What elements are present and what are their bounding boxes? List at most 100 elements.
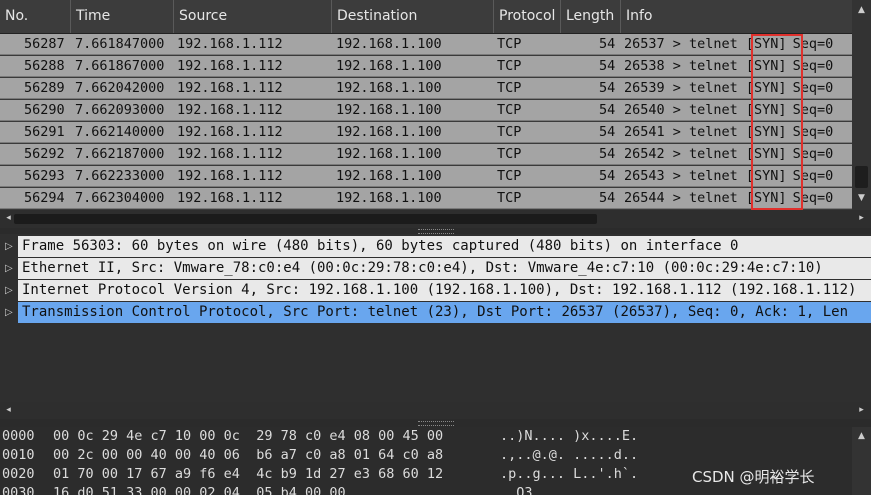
detail-row-frame[interactable]: Frame 56303: 60 bytes on wire (480 bits)… bbox=[18, 236, 871, 257]
cell-info: 26542 > telnet [SYN] Seq=0 bbox=[624, 144, 833, 165]
info-ports: 26544 > telnet bbox=[624, 190, 746, 206]
cell-no: 56294 bbox=[24, 190, 65, 206]
cell-length: 54 bbox=[599, 190, 616, 206]
bytes-hex[interactable]: 00 2c 00 00 40 00 40 06 b6 a7 c0 a8 01 6… bbox=[53, 446, 443, 465]
cell-info: 26544 > telnet [SYN] Seq=0 bbox=[624, 188, 833, 209]
cell-source: 192.168.1.112 bbox=[177, 124, 283, 140]
info-seq: Seq=0 bbox=[792, 124, 834, 140]
column-header-time[interactable]: Time bbox=[71, 0, 174, 33]
syn-flag: [SYN] bbox=[745, 58, 787, 74]
syn-flag: [SYN] bbox=[745, 190, 787, 206]
detail-row-tcp-selected[interactable]: Transmission Control Protocol, Src Port:… bbox=[18, 302, 871, 323]
info-seq: Seq=0 bbox=[792, 146, 834, 162]
bytes-ascii[interactable]: ..Q3.... bbox=[500, 484, 565, 495]
info-ports: 26540 > telnet bbox=[624, 102, 746, 118]
cell-destination: 192.168.1.100 bbox=[336, 168, 442, 184]
scroll-right-arrow-icon[interactable]: ▸ bbox=[855, 404, 868, 417]
cell-destination: 192.168.1.100 bbox=[336, 58, 442, 74]
scroll-up-arrow-icon[interactable]: ▲ bbox=[855, 4, 868, 17]
cell-source: 192.168.1.112 bbox=[177, 36, 283, 52]
scroll-down-arrow-icon[interactable]: ▼ bbox=[855, 192, 868, 205]
packet-list-hscroll-thumb[interactable] bbox=[14, 214, 597, 224]
packet-row[interactable]: 56289 7.662042000 192.168.1.112 192.168.1.1… bbox=[0, 78, 852, 99]
cell-time: 7.662187000 bbox=[75, 146, 165, 162]
expand-arrow-icon[interactable]: ▷ bbox=[5, 280, 15, 301]
cell-info: 26537 > telnet [SYN] Seq=0 bbox=[624, 34, 833, 55]
bytes-ascii[interactable]: .,..@.@. .....d.. bbox=[500, 446, 638, 465]
cell-destination: 192.168.1.100 bbox=[336, 124, 442, 140]
bytes-offset: 0020 bbox=[2, 466, 35, 482]
syn-flag: [SYN] bbox=[745, 102, 787, 118]
info-ports: 26541 > telnet bbox=[624, 124, 746, 140]
bytes-row: 0030 16 d0 51 33 00 00 02 04 05 b4 00 00… bbox=[0, 484, 565, 495]
bytes-vertical-scrollbar[interactable]: ▲ bbox=[852, 427, 871, 495]
bytes-hex[interactable]: 01 70 00 17 67 a9 f6 e4 4c b9 1d 27 e3 6… bbox=[53, 465, 443, 484]
cell-info: 26540 > telnet [SYN] Seq=0 bbox=[624, 100, 833, 121]
bytes-row: 0000 00 0c 29 4e c7 10 00 0c 29 78 c0 e4… bbox=[0, 427, 638, 446]
syn-flag: [SYN] bbox=[745, 80, 787, 96]
expand-arrow-icon[interactable]: ▷ bbox=[5, 258, 15, 279]
cell-protocol: TCP bbox=[497, 168, 522, 184]
cell-length: 54 bbox=[599, 36, 616, 52]
cell-destination: 192.168.1.100 bbox=[336, 102, 442, 118]
column-header-source[interactable]: Source bbox=[174, 0, 332, 33]
scroll-right-arrow-icon[interactable]: ▸ bbox=[855, 212, 868, 225]
expand-arrow-icon[interactable]: ▷ bbox=[5, 236, 15, 257]
cell-source: 192.168.1.112 bbox=[177, 80, 283, 96]
cell-time: 7.662042000 bbox=[75, 80, 165, 96]
cell-time: 7.662233000 bbox=[75, 168, 165, 184]
column-header-destination[interactable]: Destination bbox=[332, 0, 494, 33]
packet-row[interactable]: 56287 7.661847000 192.168.1.112 192.168.1.1… bbox=[0, 34, 852, 55]
cell-length: 54 bbox=[599, 168, 616, 184]
column-header-no[interactable]: No. bbox=[0, 0, 71, 33]
cell-protocol: TCP bbox=[497, 80, 522, 96]
packet-row[interactable]: 56294 7.662304000 192.168.1.112 192.168.1.1… bbox=[0, 188, 852, 209]
cell-no: 56292 bbox=[24, 146, 65, 162]
cell-protocol: TCP bbox=[497, 102, 522, 118]
packet-row[interactable]: 56291 7.662140000 192.168.1.112 192.168.1.1… bbox=[0, 122, 852, 143]
cell-length: 54 bbox=[599, 146, 616, 162]
cell-info: 26538 > telnet [SYN] Seq=0 bbox=[624, 56, 833, 77]
cell-source: 192.168.1.112 bbox=[177, 146, 283, 162]
column-header-info[interactable]: Info bbox=[621, 0, 852, 33]
info-ports: 26538 > telnet bbox=[624, 58, 746, 74]
packet-row[interactable]: 56292 7.662187000 192.168.1.112 192.168.1.1… bbox=[0, 144, 852, 165]
details-horizontal-scrollbar[interactable]: ◂ ▸ bbox=[0, 402, 871, 419]
bytes-ascii[interactable]: ..)N.... )x....E. bbox=[500, 427, 638, 446]
bytes-hex[interactable]: 16 d0 51 33 00 00 02 04 05 b4 00 00 bbox=[53, 484, 346, 495]
bytes-hex[interactable]: 00 0c 29 4e c7 10 00 0c 29 78 c0 e4 08 0… bbox=[53, 427, 443, 446]
cell-destination: 192.168.1.100 bbox=[336, 146, 442, 162]
bytes-offset: 0010 bbox=[2, 447, 35, 463]
packet-row[interactable]: 56293 7.662233000 192.168.1.112 192.168.1.1… bbox=[0, 166, 852, 187]
cell-info: 26541 > telnet [SYN] Seq=0 bbox=[624, 122, 833, 143]
cell-length: 54 bbox=[599, 124, 616, 140]
scroll-up-arrow-icon[interactable]: ▲ bbox=[855, 430, 868, 443]
scroll-left-arrow-icon[interactable]: ◂ bbox=[2, 404, 15, 417]
column-header-length[interactable]: Length bbox=[561, 0, 621, 33]
packet-row[interactable]: 56288 7.661867000 192.168.1.112 192.168.1.1… bbox=[0, 56, 852, 77]
detail-row-ethernet[interactable]: Ethernet II, Src: Vmware_78:c0:e4 (00:0c… bbox=[18, 258, 871, 279]
cell-source: 192.168.1.112 bbox=[177, 102, 283, 118]
cell-protocol: TCP bbox=[497, 36, 522, 52]
packet-list-vertical-scrollbar[interactable]: ▲ ▼ bbox=[852, 0, 871, 210]
syn-flag: [SYN] bbox=[745, 168, 787, 184]
info-ports: 26539 > telnet bbox=[624, 80, 746, 96]
packet-list-scroll-thumb[interactable] bbox=[855, 166, 868, 188]
cell-info: 26539 > telnet [SYN] Seq=0 bbox=[624, 78, 833, 99]
packet-row[interactable]: 56290 7.662093000 192.168.1.112 192.168.1.1… bbox=[0, 100, 852, 121]
cell-protocol: TCP bbox=[497, 124, 522, 140]
bytes-row: 0010 00 2c 00 00 40 00 40 06 b6 a7 c0 a8… bbox=[0, 446, 638, 465]
bytes-ascii[interactable]: .p..g... L..'.h`. bbox=[500, 465, 638, 484]
expand-arrow-icon[interactable]: ▷ bbox=[5, 302, 15, 323]
packet-list-horizontal-scrollbar[interactable]: ◂ ▸ bbox=[0, 210, 871, 228]
cell-destination: 192.168.1.100 bbox=[336, 190, 442, 206]
column-header-protocol[interactable]: Protocol bbox=[494, 0, 561, 33]
info-ports: 26543 > telnet bbox=[624, 168, 746, 184]
cell-no: 56293 bbox=[24, 168, 65, 184]
packet-list-header: No. Time Source Destination Protocol Len… bbox=[0, 0, 852, 34]
syn-flag: [SYN] bbox=[745, 146, 787, 162]
cell-time: 7.661867000 bbox=[75, 58, 165, 74]
info-seq: Seq=0 bbox=[792, 58, 834, 74]
pane-splitter-handle[interactable] bbox=[418, 421, 454, 426]
detail-row-ipv4[interactable]: Internet Protocol Version 4, Src: 192.16… bbox=[18, 280, 871, 301]
